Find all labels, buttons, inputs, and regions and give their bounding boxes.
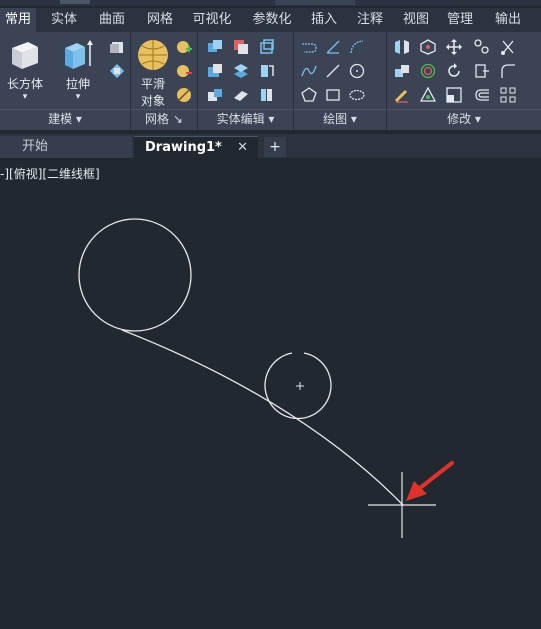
tab-output[interactable]: 输出 [488, 8, 528, 32]
curve-line[interactable] [121, 329, 404, 506]
mesh-add-icon[interactable] [175, 38, 193, 56]
center-mark [296, 382, 304, 390]
union-icon[interactable] [108, 62, 126, 80]
polyline-icon[interactable] [300, 38, 318, 56]
tab-visualize[interactable]: 可视化 [186, 8, 238, 32]
tab-solid[interactable]: 实体 [44, 8, 84, 32]
tab-annotate[interactable]: 注释 [350, 8, 390, 32]
tab-view[interactable]: 视图 [396, 8, 436, 32]
extrude-button[interactable]: 拉伸 ▾ [56, 38, 100, 102]
box-label: 长方体 [6, 77, 43, 91]
interfere-icon[interactable] [206, 62, 224, 80]
extrude-label: 拉伸 [65, 77, 90, 91]
panel-title-modeling-label: 建模 [48, 112, 73, 126]
red-arrow-icon [406, 461, 454, 501]
tab-home[interactable]: 常用 [0, 8, 36, 34]
array-icon[interactable] [499, 86, 517, 104]
separate-icon[interactable] [206, 86, 224, 104]
smooth-label-2: 对象 [140, 94, 165, 108]
move-icon[interactable] [445, 38, 463, 56]
panel-title-draw[interactable]: 绘图 ▾ [294, 109, 386, 128]
smooth-label-1: 平滑 [140, 77, 165, 91]
tab-mesh[interactable]: 网格 [140, 8, 180, 32]
xline-icon[interactable] [324, 38, 342, 56]
panel-modify: 修改 ▾ [387, 32, 541, 130]
thicken-icon[interactable] [258, 86, 276, 104]
3d-rotate-icon[interactable] [419, 62, 437, 80]
union-solid-icon[interactable] [206, 38, 224, 56]
tab-drawing1[interactable]: Drawing1* ✕ [134, 136, 258, 158]
panel-title-modify-label: 修改 [447, 112, 472, 126]
subtract-icon[interactable] [232, 38, 250, 56]
spline-icon[interactable] [300, 62, 318, 80]
box-icon [12, 42, 38, 69]
tab-insert[interactable]: 插入 [304, 8, 344, 32]
panel-title-solid-edit-label: 实体编辑 [216, 112, 265, 126]
ribbon: 长方体 ▾ 拉伸 ▾ 建模 ▾ 平滑 对象 网格 ↘ 实体编辑 ▾ 绘图 ▾ 修… [0, 32, 541, 130]
file-tab-bar: 开始 Drawing1* ✕ + [0, 134, 541, 158]
panel-title-draw-label: 绘图 [323, 112, 348, 126]
scale-3d-icon[interactable] [419, 86, 437, 104]
tab-manage[interactable]: 管理 [440, 8, 480, 32]
tab-start[interactable]: 开始 [0, 136, 132, 158]
tab-surface[interactable]: 曲面 [92, 8, 132, 32]
extract-edges-icon[interactable] [258, 62, 276, 80]
scale-icon[interactable] [445, 86, 463, 104]
3d-align-icon[interactable] [419, 38, 437, 56]
circle-icon[interactable] [348, 62, 366, 80]
panel-title-solid-edit[interactable]: 实体编辑 ▾ [198, 109, 293, 128]
tab-drawing1-label: Drawing1* [145, 140, 222, 155]
panel-title-mesh-label: 网格 [145, 112, 170, 126]
mesh-remove-icon[interactable] [175, 62, 193, 80]
large-circle[interactable] [78, 218, 192, 332]
mirror-icon[interactable] [393, 38, 411, 56]
offset-edge-icon[interactable] [232, 86, 250, 104]
line-icon[interactable] [324, 62, 342, 80]
smooth-object-icon [138, 40, 168, 70]
ribbon-tab-bar: 常用 实体 曲面 网格 可视化 参数化 插入 注释 视图 管理 输出 [0, 8, 541, 34]
panel-mesh: 平滑 对象 网格 ↘ [131, 32, 198, 130]
fillet-icon[interactable] [499, 62, 517, 80]
mesh-refine-icon[interactable] [175, 86, 193, 104]
smooth-object-button[interactable]: 平滑 对象 [133, 38, 173, 109]
offset-icon[interactable] [473, 86, 491, 104]
trim-icon[interactable] [499, 38, 517, 56]
panel-modeling: 长方体 ▾ 拉伸 ▾ 建模 ▾ [0, 32, 131, 130]
polygon-icon[interactable] [300, 86, 318, 104]
ellipse-icon[interactable] [348, 86, 366, 104]
stretch-icon[interactable] [473, 62, 491, 80]
box-button[interactable]: 长方体 ▾ [4, 38, 46, 102]
slice-icon[interactable] [232, 62, 250, 80]
panel-title-mesh[interactable]: 网格 ↘ [131, 109, 197, 128]
copy-icon[interactable] [473, 38, 491, 56]
extrude-icon [65, 40, 93, 69]
panel-draw: 绘图 ▾ [294, 32, 387, 130]
close-icon[interactable]: ✕ [237, 137, 248, 159]
shell-icon[interactable] [108, 38, 126, 56]
drawing-canvas[interactable] [0, 160, 541, 629]
panel-title-modify[interactable]: 修改 ▾ [387, 109, 541, 128]
panel-solid-edit: 实体编辑 ▾ [198, 32, 294, 130]
3d-array-icon[interactable] [393, 62, 411, 80]
panel-title-modeling[interactable]: 建模 ▾ [0, 109, 130, 128]
title-strip [0, 0, 541, 6]
intersect-icon[interactable] [258, 38, 276, 56]
rectangle-icon[interactable] [324, 86, 342, 104]
tab-parametric[interactable]: 参数化 [246, 8, 298, 32]
new-tab-button[interactable]: + [264, 137, 286, 157]
pencil-icon[interactable] [393, 86, 411, 104]
arc-icon[interactable] [348, 38, 366, 56]
rotate-icon[interactable] [445, 62, 463, 80]
